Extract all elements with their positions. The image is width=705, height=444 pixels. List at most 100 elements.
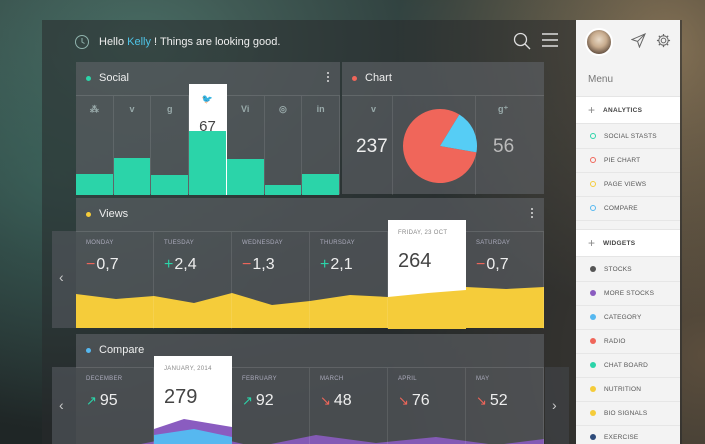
bullet-icon xyxy=(590,133,596,139)
bullet-icon xyxy=(590,410,596,416)
compare-number: 279 xyxy=(164,386,198,408)
avatar[interactable] xyxy=(585,28,613,56)
pie-chart xyxy=(403,109,477,183)
change-sign: − xyxy=(476,256,486,273)
views-number: 0,7 xyxy=(96,256,119,273)
greeting-prefix: Hello xyxy=(99,36,125,48)
linkedin-icon: in xyxy=(316,104,325,114)
compare-column[interactable]: MARCH ↘ 48 xyxy=(310,368,388,444)
hamburger-menu-icon[interactable] xyxy=(542,33,558,47)
social-column[interactable]: ◎ xyxy=(264,96,303,195)
sidebar-section-widgets[interactable]: + WIDGETS xyxy=(576,229,680,257)
views-column[interactable]: TUESDAY +2,4 xyxy=(154,232,232,329)
compare-column[interactable]: DECEMBER ↗ 95 xyxy=(76,368,154,444)
social-column[interactable]: v xyxy=(113,96,152,195)
views-number: 264 xyxy=(398,250,432,272)
compare-column[interactable]: JANUARY, 2014 279 xyxy=(154,356,232,444)
day-label: SATURDAY xyxy=(476,240,511,246)
bullet-icon xyxy=(590,181,596,187)
compare-panel: Compare DECEMBER ↗ 95 JANUARY, 2014 279 FEBRU… xyxy=(76,334,544,444)
month-label: MAY xyxy=(476,376,490,382)
social-column[interactable]: Vi xyxy=(226,96,265,195)
compare-number: 52 xyxy=(489,392,508,409)
trend-down-icon: ↘ xyxy=(320,393,331,408)
chevron-left-icon: ‹ xyxy=(59,397,64,413)
views-dot xyxy=(86,212,91,217)
social-bar xyxy=(226,159,264,195)
month-label: DECEMBER xyxy=(86,376,123,382)
divider xyxy=(576,220,680,221)
views-value: +2,1 xyxy=(320,256,353,274)
top-bar: Hello Kelly ! Things are looking good. xyxy=(42,20,576,64)
sidebar-item[interactable]: CATEGORY xyxy=(576,305,680,329)
sidebar-item[interactable]: STOCKS xyxy=(576,257,680,281)
social-column[interactable]: 🐦 67 xyxy=(189,84,227,195)
views-value: −0,7 xyxy=(476,256,509,274)
views-column[interactable]: SATURDAY −0,7 xyxy=(466,232,544,329)
views-value: −0,7 xyxy=(86,256,119,274)
change-sign: + xyxy=(164,256,174,273)
change-sign: − xyxy=(242,256,252,273)
views-column[interactable]: WEDNESDAY −1,3 xyxy=(232,232,310,329)
social-bar xyxy=(113,158,151,195)
vimeo-icon: v xyxy=(129,104,135,114)
sidebar: Menu + ANALYTICS SOCIAL STASTS PIE CHART P… xyxy=(576,20,680,444)
social-bar xyxy=(302,174,339,195)
sidebar-item[interactable]: PAGE VIEWS xyxy=(576,172,680,196)
sidebar-item[interactable]: SOCIAL STASTS xyxy=(576,124,680,148)
chart-panel-header: Chart xyxy=(342,62,544,94)
day-label: WEDNESDAY xyxy=(242,240,283,246)
user-name-link[interactable]: Kelly xyxy=(127,36,151,48)
chart-panel: Chart v 237 g⁺ 56 xyxy=(342,62,544,195)
gear-icon[interactable] xyxy=(656,33,671,48)
compare-value: ↗ 92 xyxy=(242,392,274,410)
compare-columns: DECEMBER ↗ 95 JANUARY, 2014 279 FEBRUARY ↗ 92 MA… xyxy=(76,356,544,444)
menu-title: Menu xyxy=(588,74,614,85)
google-plus-icon: g xyxy=(167,104,173,114)
search-icon[interactable] xyxy=(513,32,531,50)
compare-column[interactable]: MAY ↘ 52 xyxy=(466,368,544,444)
social-title: Social xyxy=(99,72,129,84)
sidebar-item[interactable]: PIE CHART xyxy=(576,148,680,172)
day-label: MONDAY xyxy=(86,240,114,246)
compare-dot xyxy=(86,348,91,353)
bullet-icon xyxy=(590,434,596,440)
views-column[interactable]: THURSDAY +2,1 xyxy=(310,232,388,329)
views-prev-button[interactable]: ‹ xyxy=(52,231,76,328)
social-column[interactable]: ⁂ xyxy=(76,96,114,195)
social-column[interactable]: in xyxy=(302,96,340,195)
compare-column[interactable]: APRIL ↘ 76 xyxy=(388,368,466,444)
views-column[interactable]: FRIDAY, 23 OCT 264 xyxy=(388,220,466,329)
month-label: MARCH xyxy=(320,376,344,382)
compare-next-button[interactable]: › xyxy=(545,367,569,444)
sidebar-item[interactable]: MORE STOCKS xyxy=(576,281,680,305)
sidebar-item[interactable]: RADIO xyxy=(576,329,680,353)
sidebar-item[interactable]: CHAT BOARD xyxy=(576,353,680,377)
sidebar-item[interactable]: EXERCISE xyxy=(576,425,680,444)
sidebar-section-analytics[interactable]: + ANALYTICS xyxy=(576,96,680,124)
social-column[interactable]: g xyxy=(151,96,190,195)
compare-prev-button[interactable]: ‹ xyxy=(52,367,76,444)
compare-value: 279 xyxy=(164,386,197,409)
trend-down-icon: ↘ xyxy=(398,393,409,408)
bullet-icon xyxy=(590,338,596,344)
sidebar-item[interactable]: COMPARE xyxy=(576,196,680,220)
change-sign: − xyxy=(86,256,96,273)
sidebar-item-label: SOCIAL STASTS xyxy=(604,133,657,140)
compare-column[interactable]: FEBRUARY ↗ 92 xyxy=(232,368,310,444)
send-icon[interactable] xyxy=(631,33,646,48)
chart-area: v 237 g⁺ 56 xyxy=(342,95,544,195)
sidebar-item[interactable]: BIO SIGNALS xyxy=(576,401,680,425)
social-options-icon[interactable] xyxy=(327,72,330,84)
views-options-icon[interactable] xyxy=(531,208,534,220)
bullet-icon xyxy=(590,157,596,163)
views-value: 264 xyxy=(398,250,431,273)
sidebar-item-label: PAGE VIEWS xyxy=(604,181,647,188)
views-number: 1,3 xyxy=(252,256,275,273)
social-panel: Social ⁂ v g 🐦 67 Vi ◎ in xyxy=(76,62,340,195)
sidebar-item[interactable]: NUTRITION xyxy=(576,377,680,401)
views-column[interactable]: MONDAY −0,7 xyxy=(76,232,154,329)
compare-number: 48 xyxy=(333,392,352,409)
greeting-suffix: ! Things are looking good. xyxy=(154,36,281,48)
views-columns: MONDAY −0,7 TUESDAY +2,4 WEDNESDAY −1,3 THURSD… xyxy=(76,220,544,329)
